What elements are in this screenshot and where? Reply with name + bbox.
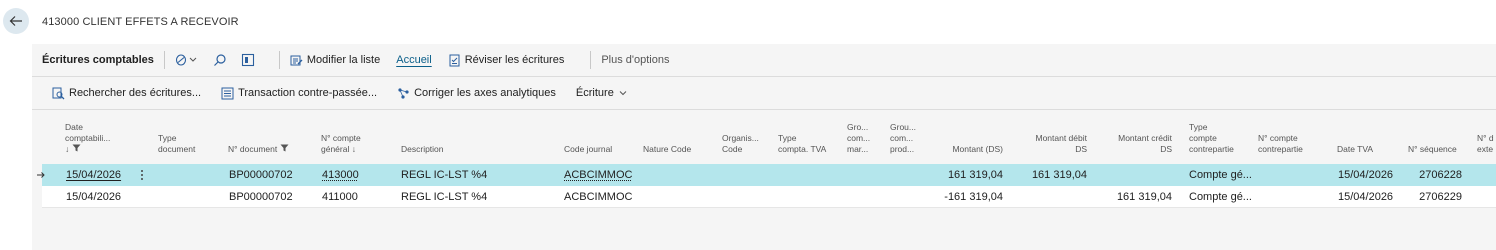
more-options-label: Plus d'options <box>601 54 670 66</box>
column-header-bal-account-no[interactable]: N° compte contrepartie <box>1258 133 1303 155</box>
analyze-icon <box>175 54 197 66</box>
divider <box>32 109 1496 110</box>
bal-account-type-cell: Compte gé... <box>1189 191 1252 203</box>
reverse-label: Transaction contre-passée... <box>238 87 378 99</box>
journal-code-cell: ACBCIMMOC <box>564 191 633 203</box>
column-header-credit[interactable]: Montant crédit DS <box>1092 133 1172 155</box>
column-header-sequence-no[interactable]: N° séquence <box>1408 144 1457 155</box>
filter-icon <box>72 144 81 152</box>
separator <box>163 51 165 69</box>
column-header-gen-prod-posting[interactable]: Grou... com... prod... <box>890 122 916 155</box>
column-header-gl-account[interactable]: N° compte général ↓ <box>321 133 361 155</box>
entry-menu-button[interactable]: Écriture <box>576 87 632 99</box>
debit-cell: 161 319,04 <box>1031 169 1087 181</box>
gl-account-cell: 411000 <box>322 191 358 203</box>
filter-icon <box>280 144 289 152</box>
sequence-no-cell: 2706229 <box>1419 191 1462 203</box>
column-header-nature-code[interactable]: Nature Code <box>643 144 691 155</box>
column-header-document-no[interactable]: N° document <box>228 144 289 155</box>
action-bar: Écritures comptables Modifier la liste A… <box>32 44 1496 76</box>
column-header-document-type[interactable]: Type document <box>158 133 195 155</box>
list-title: Écritures comptables <box>42 54 154 66</box>
column-header-description[interactable]: Description <box>401 144 444 155</box>
home-label: Accueil <box>396 54 432 66</box>
table-row[interactable]: 15/04/2026 BP00000702 411000 REGL IC-LST… <box>42 186 1496 208</box>
column-header-posting-date[interactable]: Date comptabili... ↓ <box>65 122 110 155</box>
row-menu-icon[interactable] <box>140 169 144 181</box>
edit-list-button[interactable]: Modifier la liste <box>290 54 380 67</box>
find-entries-button[interactable]: Rechercher des écritures... <box>52 87 201 100</box>
back-button[interactable] <box>3 8 29 34</box>
column-header-gen-bus-posting[interactable]: Gro... com... mar... <box>847 122 870 155</box>
chevron-down-icon <box>619 91 627 96</box>
find-entries-label: Rechercher des écritures... <box>69 87 202 99</box>
posting-date-cell: 15/04/2026 <box>66 191 122 203</box>
sub-action-bar: Rechercher des écritures... Transaction … <box>32 77 1496 109</box>
correct-dimensions-button[interactable]: Corriger les axes analytiques <box>397 87 556 100</box>
arrow-left-icon <box>9 16 22 26</box>
review-entries-button[interactable]: Réviser les écritures <box>448 54 565 67</box>
journal-code-cell[interactable]: ACBCIMMOC <box>564 169 632 181</box>
column-header-journal-code[interactable]: Code journal <box>564 144 612 155</box>
column-header-org-code[interactable]: Organis... Code <box>722 133 759 155</box>
row-pointer-icon <box>37 172 45 178</box>
column-header-amount[interactable]: Montant (DS) <box>932 144 1003 155</box>
dimensions-label: Corriger les axes analytiques <box>414 87 556 99</box>
column-header-bal-account-type[interactable]: Type compte contrepartie <box>1189 122 1234 155</box>
column-header-debit[interactable]: Montant débit DS <box>1007 133 1087 155</box>
credit-cell: 161 319,04 <box>1116 191 1172 203</box>
separator <box>590 51 592 69</box>
gl-account-cell[interactable]: 413000 <box>322 169 359 181</box>
page-title: 413000 CLIENT EFFETS A RECEVOIR <box>42 16 239 28</box>
edit-list-label: Modifier la liste <box>306 54 381 66</box>
table-row[interactable]: 15/04/2026 BP00000702 413000 REGL IC-LST… <box>37 164 1496 186</box>
column-header-vat-date[interactable]: Date TVA <box>1337 144 1373 155</box>
list-panel: Écritures comptables Modifier la liste A… <box>32 44 1496 250</box>
description-cell: REGL IC-LST %4 <box>401 169 488 181</box>
reverse-icon <box>221 87 234 99</box>
document-no-cell: BP00000702 <box>229 191 293 203</box>
edit-list-icon <box>290 55 303 65</box>
sequence-no-cell: 2706228 <box>1419 169 1462 181</box>
description-cell: REGL IC-LST %4 <box>401 191 488 203</box>
column-header-external-doc[interactable]: N° d exte <box>1477 133 1494 155</box>
separator <box>278 51 280 69</box>
search-button[interactable] <box>213 53 227 67</box>
filter-pane-icon <box>241 53 254 67</box>
vat-date-cell: 15/04/2026 <box>1338 169 1394 181</box>
posting-date-cell[interactable]: 15/04/2026 <box>66 169 121 181</box>
amount-cell: -161 319,04 <box>944 191 1003 203</box>
entry-label: Écriture <box>575 87 614 99</box>
review-icon <box>449 54 460 66</box>
dimensions-icon <box>398 87 409 99</box>
search-icon <box>213 54 226 66</box>
filter-pane-button[interactable] <box>241 53 255 67</box>
find-entries-icon <box>52 87 65 99</box>
analyze-toggle-button[interactable] <box>175 53 199 67</box>
bal-account-type-cell: Compte gé... <box>1189 169 1252 181</box>
more-options-button[interactable]: Plus d'options <box>601 54 669 66</box>
column-header-vat-type[interactable]: Type compta. TVA <box>778 133 826 155</box>
tab-home[interactable]: Accueil <box>396 54 431 66</box>
review-label: Réviser les écritures <box>464 54 565 66</box>
document-no-cell: BP00000702 <box>229 169 293 181</box>
amount-cell: 161 319,04 <box>947 169 1003 181</box>
vat-date-cell: 15/04/2026 <box>1338 191 1394 203</box>
reverse-transaction-button[interactable]: Transaction contre-passée... <box>221 87 377 100</box>
